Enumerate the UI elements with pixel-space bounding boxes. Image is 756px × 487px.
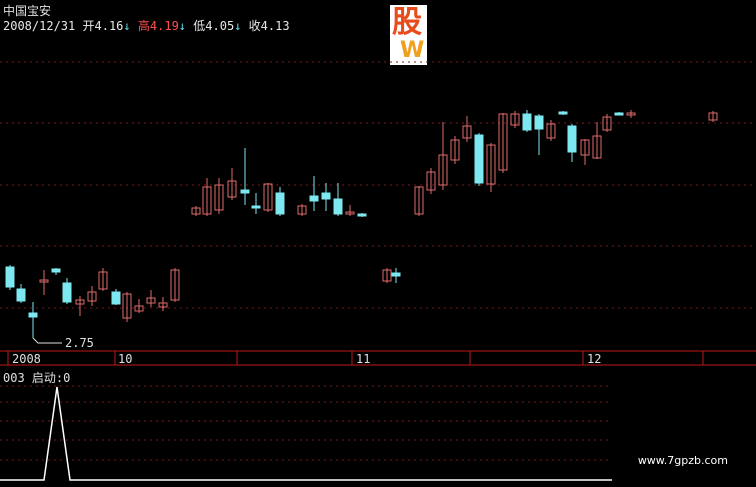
x-label-2008: 2008 [12, 352, 41, 366]
watermark-text: www.7gpzb.com [637, 454, 728, 467]
candle-body-40 [522, 113, 532, 131]
indicator-title: 003 启动:0 [3, 371, 71, 385]
candlestick-chart [0, 61, 756, 481]
candle-body-1 [16, 288, 26, 302]
indicator-line [0, 386, 612, 481]
x-label-12: 12 [587, 352, 602, 366]
candle-body-28 [357, 213, 367, 217]
candle-body-0 [5, 266, 15, 288]
candle-body-43 [558, 111, 568, 115]
candle-body-24 [309, 195, 319, 202]
candle-body-48 [614, 112, 624, 116]
candle-body-19 [240, 189, 250, 194]
candle-body-22 [275, 192, 285, 215]
candle-body-30 [391, 272, 401, 277]
candle-body-25 [321, 192, 331, 200]
candle-body-4 [51, 268, 61, 273]
candle-body-26 [333, 198, 343, 215]
candle-body-44 [567, 125, 577, 153]
candle-body-2 [28, 312, 38, 318]
x-label-10: 10 [118, 352, 133, 366]
x-label-11: 11 [356, 352, 371, 366]
candle-body-41 [534, 115, 544, 130]
candle-body-20 [251, 205, 261, 209]
candle-body-5 [62, 282, 72, 303]
candle-body-36 [474, 134, 484, 184]
low-annotation-leader [32, 337, 62, 344]
low-annotation: 2.75 [65, 336, 94, 350]
candle-body-9 [111, 291, 121, 305]
stock-chart-window: 中国宝安 2008/12/31 开4.16↓ 高4.19↓ 低4.05↓ 收4.… [0, 0, 756, 487]
